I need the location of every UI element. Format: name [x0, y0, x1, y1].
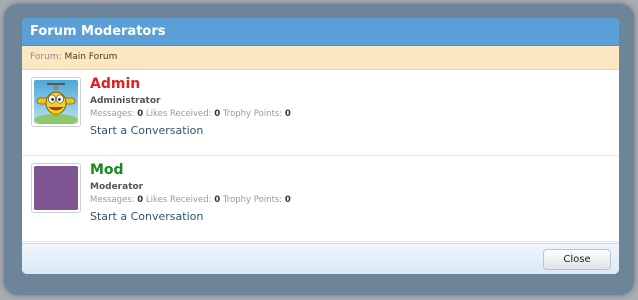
trophy-count: 0: [284, 195, 291, 205]
member-name[interactable]: Mod: [90, 162, 124, 178]
forum-breadcrumb: Forum: Main Forum: [22, 46, 619, 70]
likes-label: Likes Received:: [145, 109, 212, 119]
member-stats: Messages: 0 Likes Received: 0 Trophy Poi…: [90, 195, 291, 205]
forum-label: Forum:: [30, 52, 62, 62]
forum-name: Main Forum: [64, 52, 118, 62]
purple-square-avatar: [34, 166, 78, 210]
member-title: Administrator: [90, 96, 161, 106]
messages-label: Messages:: [90, 109, 135, 119]
cartoon-airplane-icon: [34, 80, 78, 124]
member-stats: Messages: 0 Likes Received: 0 Trophy Poi…: [90, 109, 291, 119]
dialog-title: Forum Moderators: [22, 18, 619, 46]
trophy-count: 0: [284, 109, 291, 119]
start-conversation-link[interactable]: Start a Conversation: [90, 210, 203, 223]
trophy-label: Trophy Points:: [222, 109, 283, 119]
dialog-footer: Close: [22, 243, 619, 274]
likes-label: Likes Received:: [145, 195, 212, 205]
messages-count: 0: [137, 195, 144, 205]
messages-count: 0: [137, 109, 144, 119]
likes-count: 0: [214, 195, 221, 205]
messages-label: Messages:: [90, 195, 135, 205]
trophy-label: Trophy Points:: [222, 195, 283, 205]
member-name[interactable]: Admin: [90, 76, 140, 92]
member-row-mod: Mod Moderator Messages: 0 Likes Received…: [22, 156, 619, 242]
member-row-admin: Admin Administrator Messages: 0 Likes Re…: [22, 70, 619, 156]
avatar[interactable]: [31, 163, 81, 213]
likes-count: 0: [214, 109, 221, 119]
close-button[interactable]: Close: [543, 249, 611, 270]
avatar[interactable]: [31, 77, 81, 127]
moderators-dialog: Forum Moderators Forum: Main Forum Admin…: [22, 18, 619, 274]
member-title: Moderator: [90, 182, 144, 192]
start-conversation-link[interactable]: Start a Conversation: [90, 124, 203, 137]
